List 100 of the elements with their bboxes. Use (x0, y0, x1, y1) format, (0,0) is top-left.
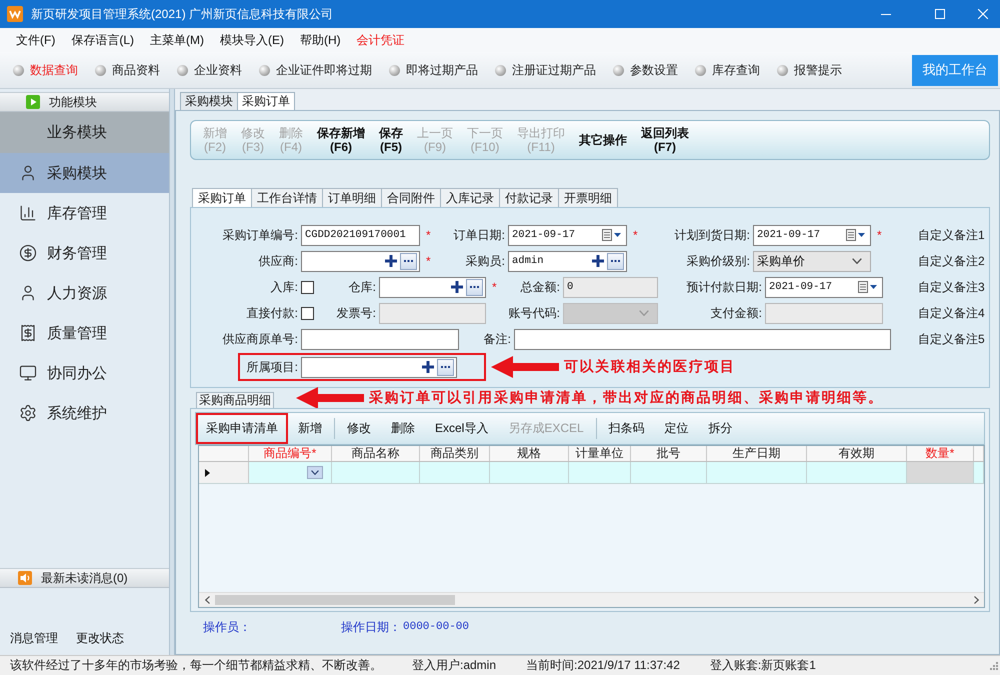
checkbox[interactable] (301, 280, 314, 294)
quick-link[interactable]: 库存查询 (695, 59, 760, 81)
lookup-field[interactable] (301, 356, 457, 378)
menu-item[interactable]: 会计凭证 (348, 29, 413, 51)
sidebar-item[interactable]: 库存管理 (0, 193, 169, 233)
plus-icon (450, 281, 462, 293)
field-label: 备注: (482, 330, 511, 348)
scroll-thumb[interactable] (215, 595, 455, 605)
add-button[interactable] (383, 252, 398, 270)
table-cell[interactable] (907, 462, 974, 483)
more-button[interactable] (466, 278, 483, 296)
toolbar-button[interactable]: 拆分 (698, 413, 743, 444)
quick-link[interactable]: 即将过期产品 (389, 59, 478, 81)
form-tab[interactable]: 工作台详情 (251, 188, 323, 207)
sidebar-link[interactable]: 消息管理 (4, 630, 64, 647)
add-button[interactable] (449, 278, 464, 296)
sidebar-item[interactable]: 协同办公 (0, 353, 169, 393)
form-tab[interactable]: 采购订单 (192, 188, 252, 207)
table-cell[interactable] (332, 462, 420, 483)
date-value: 0000-00-00 (403, 621, 470, 633)
column-header[interactable]: 商品名称 (332, 446, 420, 461)
column-header[interactable]: 批号 (631, 446, 707, 461)
close-icon (978, 9, 988, 19)
more-button[interactable] (607, 252, 624, 270)
text-field[interactable]: CGDD202109170001 (301, 224, 420, 246)
checkbox[interactable] (301, 306, 314, 320)
toolbar-button[interactable]: 新增 (288, 413, 332, 444)
form-tab[interactable]: 开票明细 (558, 188, 618, 207)
column-header[interactable]: 商品类别 (420, 446, 490, 461)
toolbar-button[interactable]: 保存 (F5) (372, 126, 410, 154)
more-button[interactable] (437, 358, 454, 376)
sidebar-section[interactable]: 业务模块 (0, 112, 169, 153)
toolbar-button[interactable]: 保存新增 (F6) (310, 126, 372, 154)
required-mark: * (426, 254, 431, 268)
column-header[interactable]: 数量* (907, 446, 974, 461)
menu-item[interactable]: 帮助(H) (292, 29, 349, 51)
menu-item[interactable]: 文件(F) (8, 29, 64, 51)
menu-item[interactable]: 保存语言(L) (63, 29, 142, 51)
date-field[interactable]: 2021-09-17 (765, 276, 883, 298)
radio-dot-icon (95, 64, 106, 76)
date-field[interactable]: 2021-09-17 (508, 224, 627, 246)
quick-link[interactable]: 企业证件即将过期 (259, 59, 372, 81)
table-cell[interactable] (631, 462, 707, 483)
add-button[interactable] (420, 358, 435, 376)
toolbar-button[interactable]: Excel导入 (425, 413, 498, 444)
document-tab[interactable]: 采购模块 (180, 92, 238, 110)
select-field[interactable]: 采购单价 (753, 250, 871, 272)
lookup-field[interactable]: admin (508, 250, 627, 272)
form-tab[interactable]: 合同附件 (381, 188, 441, 207)
toolbar-button[interactable]: 定位 (654, 413, 699, 444)
column-header[interactable]: 规格 (490, 446, 569, 461)
toolbar-button[interactable]: 修改 (337, 413, 381, 444)
table-cell[interactable] (420, 462, 490, 483)
text-field[interactable] (301, 328, 459, 350)
lookup-field[interactable] (379, 276, 486, 298)
form-tab[interactable]: 入库记录 (440, 188, 500, 207)
column-header[interactable]: 生产日期 (707, 446, 807, 461)
sidebar-item[interactable]: 财务管理 (0, 233, 169, 273)
required-mark: * (877, 228, 882, 242)
table-cell[interactable] (807, 462, 907, 483)
sidebar-item[interactable]: 采购模块 (0, 153, 169, 193)
detail-tab[interactable]: 采购商品明细 (196, 392, 274, 408)
sidebar-item[interactable]: 人力资源 (0, 273, 169, 313)
quick-link[interactable]: 注册证过期产品 (495, 59, 596, 81)
caret-icon (614, 233, 621, 237)
menu-item[interactable]: 模块导入(E) (212, 29, 292, 51)
quick-link[interactable]: 参数设置 (613, 59, 678, 81)
sidebar-item[interactable]: 系统维护 (0, 393, 169, 433)
document-tab[interactable]: 采购订单 (237, 92, 295, 110)
quick-link[interactable]: 报警提示 (777, 59, 842, 81)
more-button[interactable] (400, 252, 417, 270)
table-cell[interactable] (249, 462, 332, 483)
lookup-field[interactable] (301, 250, 420, 272)
toolbar-button[interactable]: 其它操作 (572, 133, 634, 147)
date-label: 操作日期： (341, 618, 401, 636)
toolbar-button[interactable]: 采购申请清单 (196, 413, 288, 444)
date-field[interactable]: 2021-09-17 (753, 224, 871, 246)
quick-link[interactable]: 企业资料 (177, 59, 242, 81)
text-field[interactable] (514, 328, 891, 350)
sidebar-item[interactable]: 质量管理 (0, 313, 169, 353)
form-tab[interactable]: 订单明细 (322, 188, 382, 207)
form-tab[interactable]: 付款记录 (499, 188, 559, 207)
column-header[interactable]: 有效期 (807, 446, 907, 461)
quick-link[interactable]: 数据查询 (13, 59, 78, 81)
toolbar-button[interactable]: 扫条码 (598, 413, 655, 444)
sidebar-link[interactable]: 更改状态 (70, 630, 130, 647)
table-cell[interactable] (707, 462, 807, 483)
add-button[interactable] (590, 252, 605, 270)
field-label: 直接付款: (246, 304, 298, 322)
table-cell[interactable] (974, 462, 984, 483)
toolbar-button[interactable]: 返回列表 (F7) (634, 126, 696, 154)
table-cell[interactable] (490, 462, 569, 483)
status-account: 登入账套:新页账套1 (710, 657, 816, 674)
quick-link[interactable]: 商品资料 (95, 59, 160, 81)
column-header[interactable]: 计量单位 (569, 446, 631, 461)
table-cell[interactable] (569, 462, 631, 483)
dropdown-button[interactable] (307, 466, 323, 479)
column-header[interactable]: 商品编号* (249, 446, 332, 461)
menu-item[interactable]: 主菜单(M) (142, 29, 212, 51)
toolbar-button[interactable]: 删除 (381, 413, 425, 444)
